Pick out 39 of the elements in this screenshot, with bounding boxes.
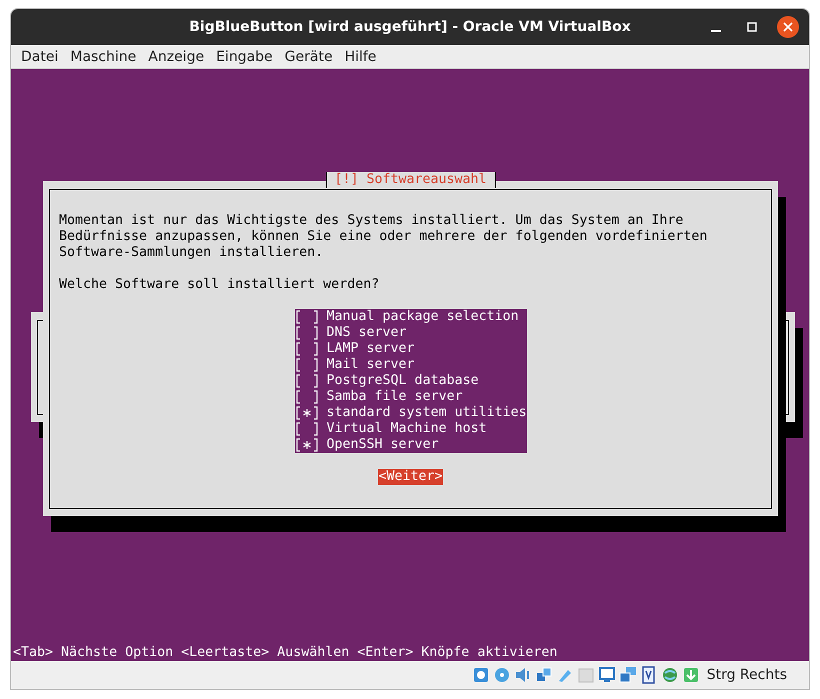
menu-item[interactable]: Anzeige xyxy=(142,48,210,64)
menu-item[interactable]: Eingabe xyxy=(210,48,279,64)
software-option[interactable]: standard system utilities xyxy=(294,405,526,421)
question-text: Welche Software soll installiert werden? xyxy=(59,277,380,293)
speaker-icon[interactable] xyxy=(514,666,532,684)
checkbox[interactable] xyxy=(294,341,318,357)
checkbox[interactable] xyxy=(294,389,318,405)
software-option[interactable]: DNS server xyxy=(294,325,526,341)
checkbox[interactable] xyxy=(294,437,318,453)
close-icon xyxy=(783,22,793,32)
continue-button[interactable]: <Weiter> xyxy=(378,469,443,485)
menu-item[interactable]: Datei xyxy=(15,48,64,64)
optical-disc-icon[interactable] xyxy=(492,666,511,684)
minimize-icon xyxy=(711,30,721,32)
software-option[interactable]: Virtual Machine host xyxy=(294,421,526,437)
software-option[interactable]: OpenSSH server xyxy=(294,437,526,453)
software-option[interactable]: Manual package selection xyxy=(294,309,526,325)
software-option[interactable]: LAMP server xyxy=(294,341,526,357)
checkbox[interactable] xyxy=(294,421,318,437)
window-title: BigBlueButton [wird ausgeführt] - Oracle VM VirtualBox xyxy=(189,19,631,35)
software-option[interactable]: Mail server xyxy=(294,357,526,373)
dialog-title: [!] Softwareauswahl xyxy=(325,172,496,188)
maximize-icon xyxy=(747,22,757,32)
checkbox[interactable] xyxy=(294,405,318,421)
software-option[interactable]: Samba file server xyxy=(294,389,526,405)
software-option[interactable]: PostgreSQL database xyxy=(294,373,526,389)
checkbox[interactable] xyxy=(294,309,318,325)
globe-icon[interactable] xyxy=(660,666,679,684)
menu-item[interactable]: Maschine xyxy=(64,48,142,64)
host-key-label: Strg Rechts xyxy=(706,667,787,683)
close-button[interactable] xyxy=(777,16,799,38)
help-line: <Tab> Nächste Option <Leertaste> Auswählen <Enter> Knöpfe aktivieren xyxy=(13,645,558,661)
display-icon[interactable] xyxy=(598,666,616,684)
menu-item[interactable]: Hilfe xyxy=(338,48,382,64)
menu-item[interactable]: Geräte xyxy=(278,48,339,64)
checkbox[interactable] xyxy=(294,357,318,373)
checkbox[interactable] xyxy=(294,325,318,341)
checkbox[interactable] xyxy=(294,373,318,389)
intro-text: Momentan ist nur das Wichtigste des Systems installiert. Um das System an Ihre Bedürfnisse anzupassen, können Sie eine oder mehrere der folgenden vordefinierten Software-Sammlungen installieren. xyxy=(59,213,708,261)
